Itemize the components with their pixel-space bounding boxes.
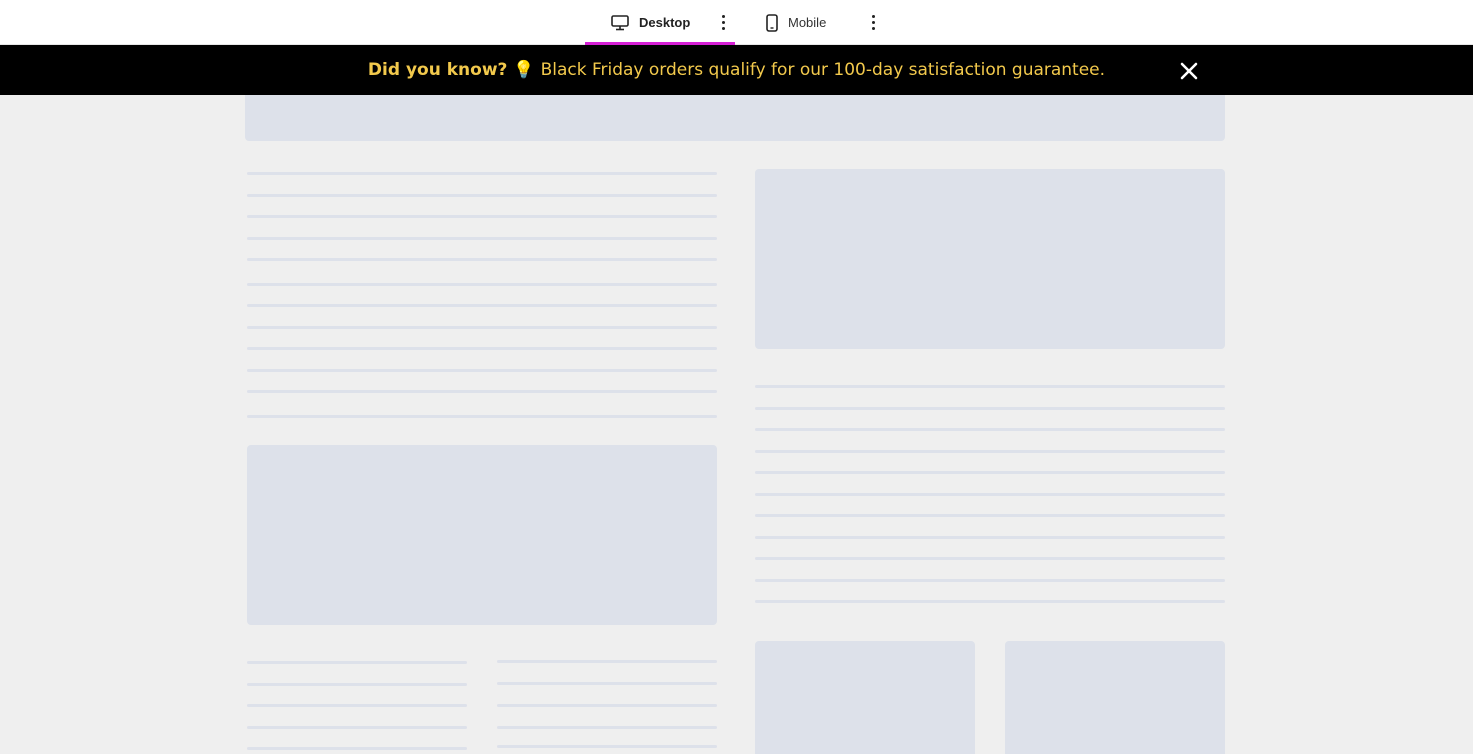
skeleton-line <box>247 172 717 175</box>
skeleton-header-block <box>245 95 1225 141</box>
skeleton-line <box>247 704 467 707</box>
skeleton-line <box>755 450 1225 453</box>
tab-mobile-label: Mobile <box>788 15 827 30</box>
banner-message: Black Friday orders qualify for our 100-… <box>540 60 1106 80</box>
skeleton-line <box>755 385 1225 388</box>
skeleton-line <box>247 304 717 307</box>
skeleton-line <box>497 745 717 748</box>
view-switcher-bar: Desktop Mobile <box>0 0 1473 46</box>
skeleton-line <box>497 726 717 729</box>
skeleton-line <box>247 194 717 197</box>
skeleton-line <box>755 428 1225 431</box>
desktop-options-icon[interactable] <box>717 12 729 32</box>
monitor-icon <box>611 14 629 30</box>
lightbulb-icon: 💡 <box>513 60 535 80</box>
skeleton-line <box>247 283 717 286</box>
skeleton-line <box>247 747 467 750</box>
skeleton-line <box>497 704 717 707</box>
tab-mobile[interactable]: Mobile <box>766 0 826 45</box>
mobile-options-icon[interactable] <box>867 12 879 32</box>
skeleton-line <box>755 536 1225 539</box>
phone-icon <box>766 13 778 32</box>
skeleton-image-block <box>755 169 1225 349</box>
skeleton-line <box>247 390 717 393</box>
skeleton-line <box>755 407 1225 410</box>
close-icon[interactable] <box>1178 60 1200 82</box>
skeleton-line <box>497 682 717 685</box>
skeleton-line <box>247 258 717 261</box>
skeleton-line <box>247 661 467 664</box>
skeleton-line <box>247 415 717 418</box>
banner-lead: Did you know? <box>367 60 508 80</box>
skeleton-image-block <box>247 445 717 625</box>
skeleton-line <box>247 369 717 372</box>
skeleton-line <box>755 600 1225 603</box>
skeleton-line <box>247 326 717 329</box>
announcement-banner: Did you know? 💡 Black Friday orders qual… <box>0 45 1473 95</box>
skeleton-line <box>247 237 717 240</box>
skeleton-line <box>755 514 1225 517</box>
skeleton-line <box>247 347 717 350</box>
skeleton-line <box>755 471 1225 474</box>
skeleton-line <box>247 726 467 729</box>
skeleton-line <box>755 579 1225 582</box>
tab-desktop[interactable]: Desktop <box>585 0 735 46</box>
skeleton-line <box>755 557 1225 560</box>
skeleton-card-block <box>755 641 975 754</box>
skeleton-card-block <box>1005 641 1225 754</box>
tab-desktop-label: Desktop <box>639 15 691 30</box>
skeleton-line <box>755 493 1225 496</box>
skeleton-line <box>247 683 467 686</box>
skeleton-line <box>247 215 717 218</box>
skeleton-line <box>497 660 717 663</box>
